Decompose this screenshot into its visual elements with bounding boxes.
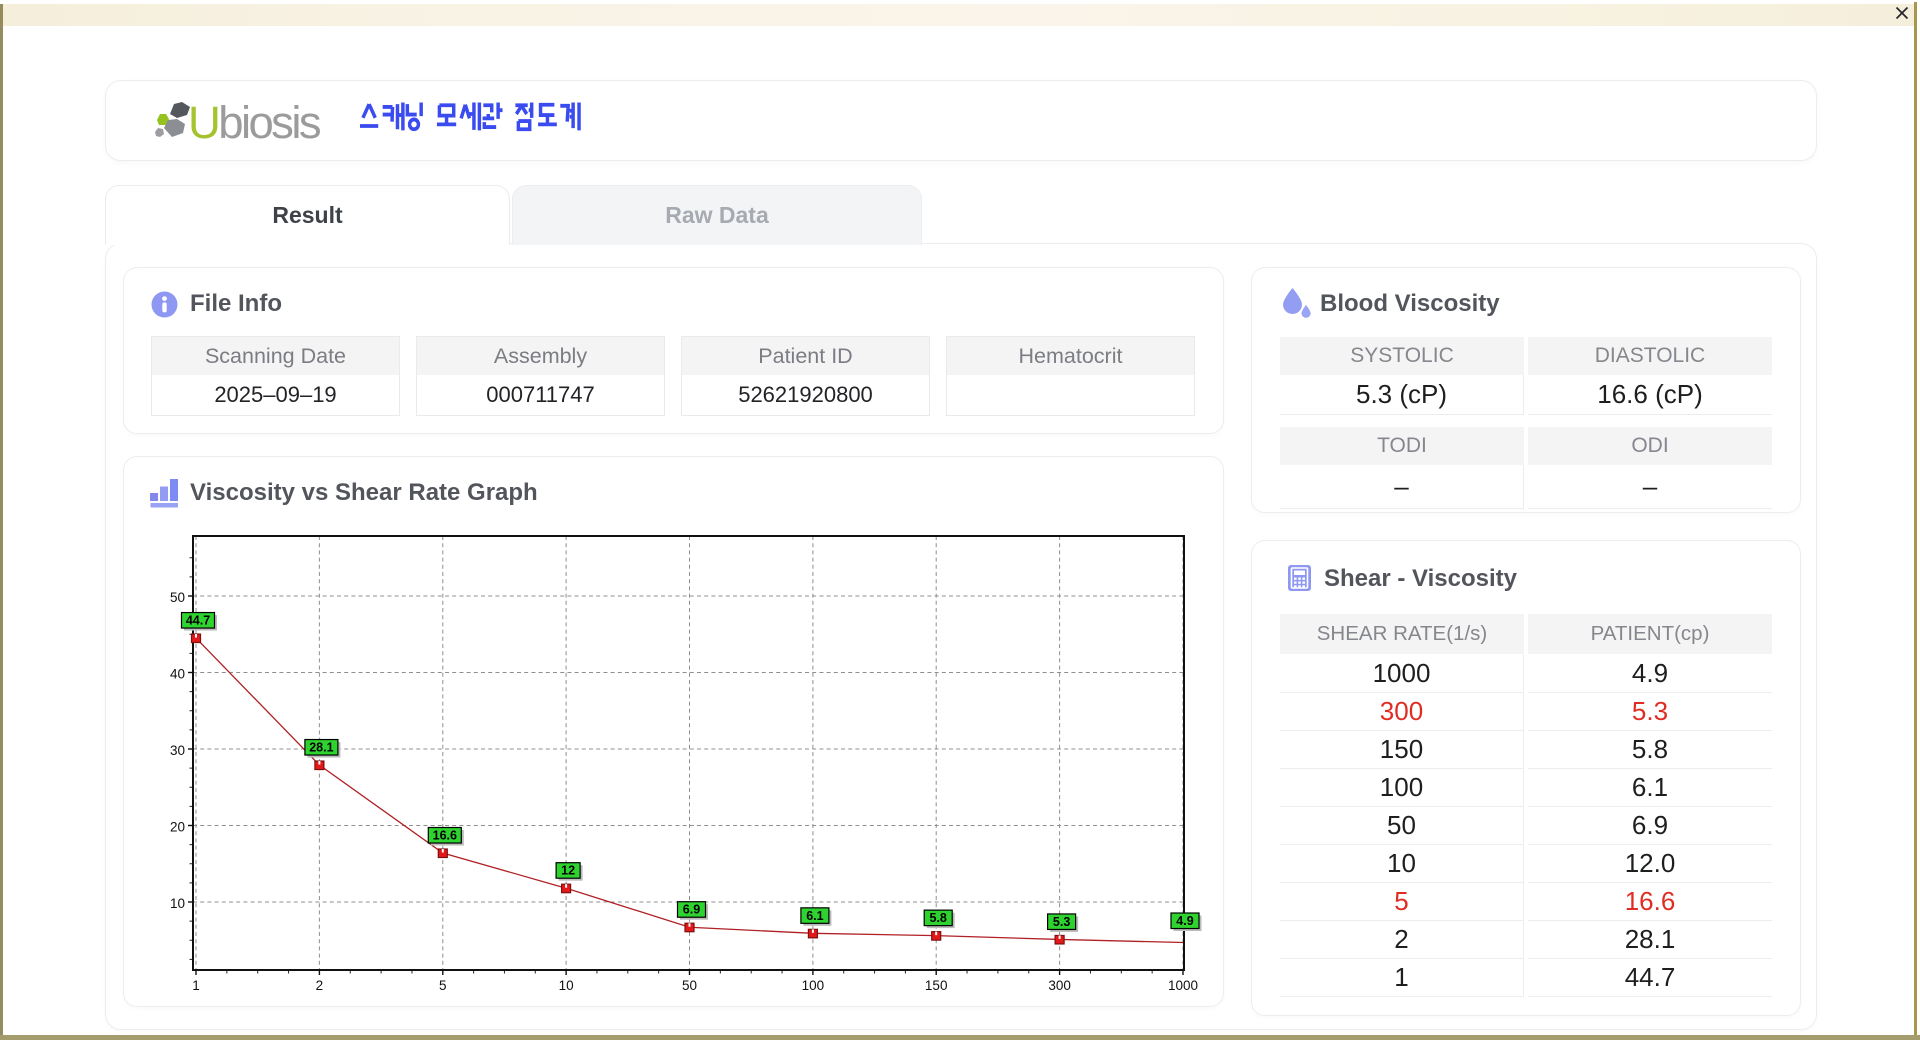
svg-text:6.1: 6.1 [806,909,823,923]
svg-text:5: 5 [439,978,447,993]
svg-text:44.7: 44.7 [186,614,210,628]
svg-text:1000: 1000 [1168,978,1198,993]
svg-text:2: 2 [316,978,324,993]
svg-text:150: 150 [925,978,948,993]
svg-text:40: 40 [170,667,185,682]
svg-text:50: 50 [682,978,697,993]
svg-text:300: 300 [1048,978,1071,993]
svg-text:5.8: 5.8 [930,911,947,925]
svg-text:10: 10 [559,978,574,993]
svg-text:6.9: 6.9 [683,903,700,917]
svg-text:20: 20 [170,820,185,835]
svg-text:100: 100 [802,978,825,993]
svg-text:1: 1 [192,978,200,993]
svg-text:4.9: 4.9 [1176,914,1193,928]
svg-text:5.3: 5.3 [1053,915,1070,929]
svg-text:12: 12 [561,864,575,878]
svg-text:28.1: 28.1 [309,741,333,755]
svg-text:16.6: 16.6 [433,829,457,843]
svg-text:10: 10 [170,896,185,911]
svg-text:50: 50 [170,590,185,605]
svg-text:30: 30 [170,743,185,758]
